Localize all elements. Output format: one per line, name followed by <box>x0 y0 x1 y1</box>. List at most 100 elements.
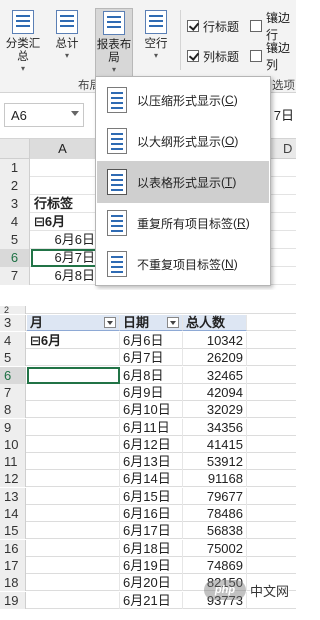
blank-rows-button[interactable]: 空行 ▾ <box>137 8 175 78</box>
row-number[interactable]: 6 <box>0 366 26 384</box>
grand-totals-button[interactable]: 总计 ▾ <box>48 8 86 78</box>
date-cell[interactable]: 6月11日 <box>120 418 183 436</box>
date-cell[interactable]: 6月15日 <box>120 487 183 505</box>
month-cell[interactable] <box>27 418 120 436</box>
row-number[interactable]: 9 <box>0 418 26 436</box>
row-headers-checkbox[interactable]: 行标题 <box>187 18 239 34</box>
date-cell[interactable]: 6月21日 <box>120 591 183 609</box>
row-number[interactable]: 7 <box>0 383 26 401</box>
grid-cell[interactable]: 6月6日 <box>31 231 97 249</box>
total-cell[interactable]: 56838 <box>183 522 247 540</box>
menu-item-layout-option[interactable]: 不重复项目标签(N) <box>97 243 269 285</box>
name-box[interactable]: A6 <box>4 103 84 127</box>
total-cell[interactable]: 32465 <box>183 366 247 384</box>
grid-cell[interactable]: 6月8日 <box>31 267 97 285</box>
total-cell[interactable]: 42094 <box>183 383 247 401</box>
total-cell[interactable]: 79677 <box>183 487 247 505</box>
row-number[interactable]: 5 <box>0 349 26 367</box>
date-cell[interactable]: 6月16日 <box>120 505 183 522</box>
total-cell[interactable]: 41415 <box>183 435 247 453</box>
total-cell[interactable]: 26209 <box>183 349 247 367</box>
date-cell[interactable]: 6月20日 <box>120 574 183 592</box>
month-cell[interactable] <box>27 505 120 522</box>
column-headers-checkbox[interactable]: 列标题 <box>187 48 239 64</box>
selected-cell[interactable]: 6月7日 <box>31 249 97 267</box>
row-number[interactable]: 16 <box>0 539 26 557</box>
row-number[interactable]: 19 <box>0 591 26 609</box>
row-number[interactable]: 18 <box>0 574 26 592</box>
month-cell[interactable] <box>27 435 120 453</box>
subtotals-button[interactable]: 分类汇 总 ▾ <box>4 8 42 78</box>
menu-item-layout-option[interactable]: 以表格形式显示(T) <box>97 161 269 203</box>
month-cell[interactable] <box>27 470 120 488</box>
month-cell[interactable] <box>27 522 120 540</box>
total-cell[interactable]: 78486 <box>183 505 247 522</box>
selected-cell[interactable] <box>27 366 120 384</box>
date-cell[interactable]: 6月18日 <box>120 539 183 557</box>
menu-item-layout-option[interactable]: 以压缩形式显示(C) <box>97 79 269 121</box>
column-header-a[interactable]: A <box>30 139 96 159</box>
banded-rows-checkbox[interactable]: 镶边行 <box>250 11 296 42</box>
date-cell[interactable]: 6月13日 <box>120 453 183 471</box>
formula-content[interactable]: 7日 <box>274 105 294 124</box>
pivot-header-row: 3 月 日期 总人数 <box>0 315 296 331</box>
row-number[interactable]: 8 <box>0 401 26 419</box>
grid-cell[interactable]: ⊟6月 <box>31 213 97 231</box>
row-number[interactable]: 4 <box>0 332 26 349</box>
grid-cell[interactable] <box>31 177 97 195</box>
date-cell[interactable]: 6月17日 <box>120 522 183 540</box>
row-number[interactable]: 17 <box>0 556 26 574</box>
row-number[interactable]: 2 <box>0 177 30 195</box>
header-total[interactable]: 总人数 <box>183 315 247 331</box>
banded-columns-checkbox[interactable]: 镶边列 <box>250 41 296 72</box>
row-number[interactable]: 1 <box>0 159 30 177</box>
row-number[interactable]: 11 <box>0 453 26 471</box>
month-cell[interactable] <box>27 349 120 367</box>
row-number[interactable]: 7 <box>0 267 30 285</box>
date-cell[interactable]: 6月7日 <box>120 349 183 367</box>
total-cell[interactable]: 75002 <box>183 539 247 557</box>
total-cell[interactable]: 91168 <box>183 470 247 488</box>
select-all-corner[interactable] <box>0 139 30 159</box>
row-number[interactable]: 13 <box>0 487 26 505</box>
month-cell[interactable] <box>27 401 120 419</box>
date-cell[interactable]: 6月12日 <box>120 435 183 453</box>
total-cell[interactable]: 34356 <box>183 418 247 436</box>
row-number[interactable]: 10 <box>0 435 26 453</box>
date-cell[interactable]: 6月9日 <box>120 383 183 401</box>
row-number[interactable]: 15 <box>0 522 26 540</box>
month-cell[interactable] <box>27 487 120 505</box>
menu-item-layout-option[interactable]: 重复所有项目标签(R) <box>97 202 269 244</box>
row-number[interactable]: 3 <box>0 195 30 213</box>
grid-cell[interactable] <box>31 159 97 177</box>
total-cell[interactable]: 74869 <box>183 556 247 574</box>
header-date[interactable]: 日期 <box>120 315 183 331</box>
total-cell[interactable]: 53912 <box>183 453 247 471</box>
month-cell[interactable] <box>27 453 120 471</box>
column-header-d[interactable]: D <box>283 139 292 159</box>
row-number[interactable]: 4 <box>0 213 30 231</box>
date-cell[interactable]: 6月19日 <box>120 556 183 574</box>
date-cell[interactable]: 6月8日 <box>120 366 183 384</box>
row-number[interactable]: 14 <box>0 505 26 522</box>
month-cell[interactable] <box>27 383 120 401</box>
menu-item-layout-option[interactable]: 以大纲形式显示(O) <box>97 120 269 162</box>
row-number[interactable]: 12 <box>0 470 26 488</box>
month-cell[interactable] <box>27 574 120 592</box>
date-cell[interactable]: 6月6日 <box>120 332 183 349</box>
date-cell[interactable]: 6月10日 <box>120 401 183 419</box>
header-month[interactable]: 月 <box>27 315 120 331</box>
row-number[interactable]: 5 <box>0 231 30 249</box>
month-cell[interactable]: ⊟6月 <box>27 332 120 349</box>
filter-dropdown-icon[interactable] <box>104 317 116 328</box>
date-cell[interactable]: 6月14日 <box>120 470 183 488</box>
filter-dropdown-icon[interactable] <box>167 317 179 328</box>
month-cell[interactable] <box>27 556 120 574</box>
total-cell[interactable]: 10342 <box>183 332 247 349</box>
grid-cell[interactable]: 行标签 <box>31 195 97 213</box>
month-cell[interactable] <box>27 591 120 609</box>
row-number[interactable]: 6 <box>0 249 30 267</box>
month-cell[interactable] <box>27 539 120 557</box>
total-cell[interactable]: 32029 <box>183 401 247 419</box>
report-layout-button[interactable]: 报表布 局 ▾ <box>95 8 133 78</box>
